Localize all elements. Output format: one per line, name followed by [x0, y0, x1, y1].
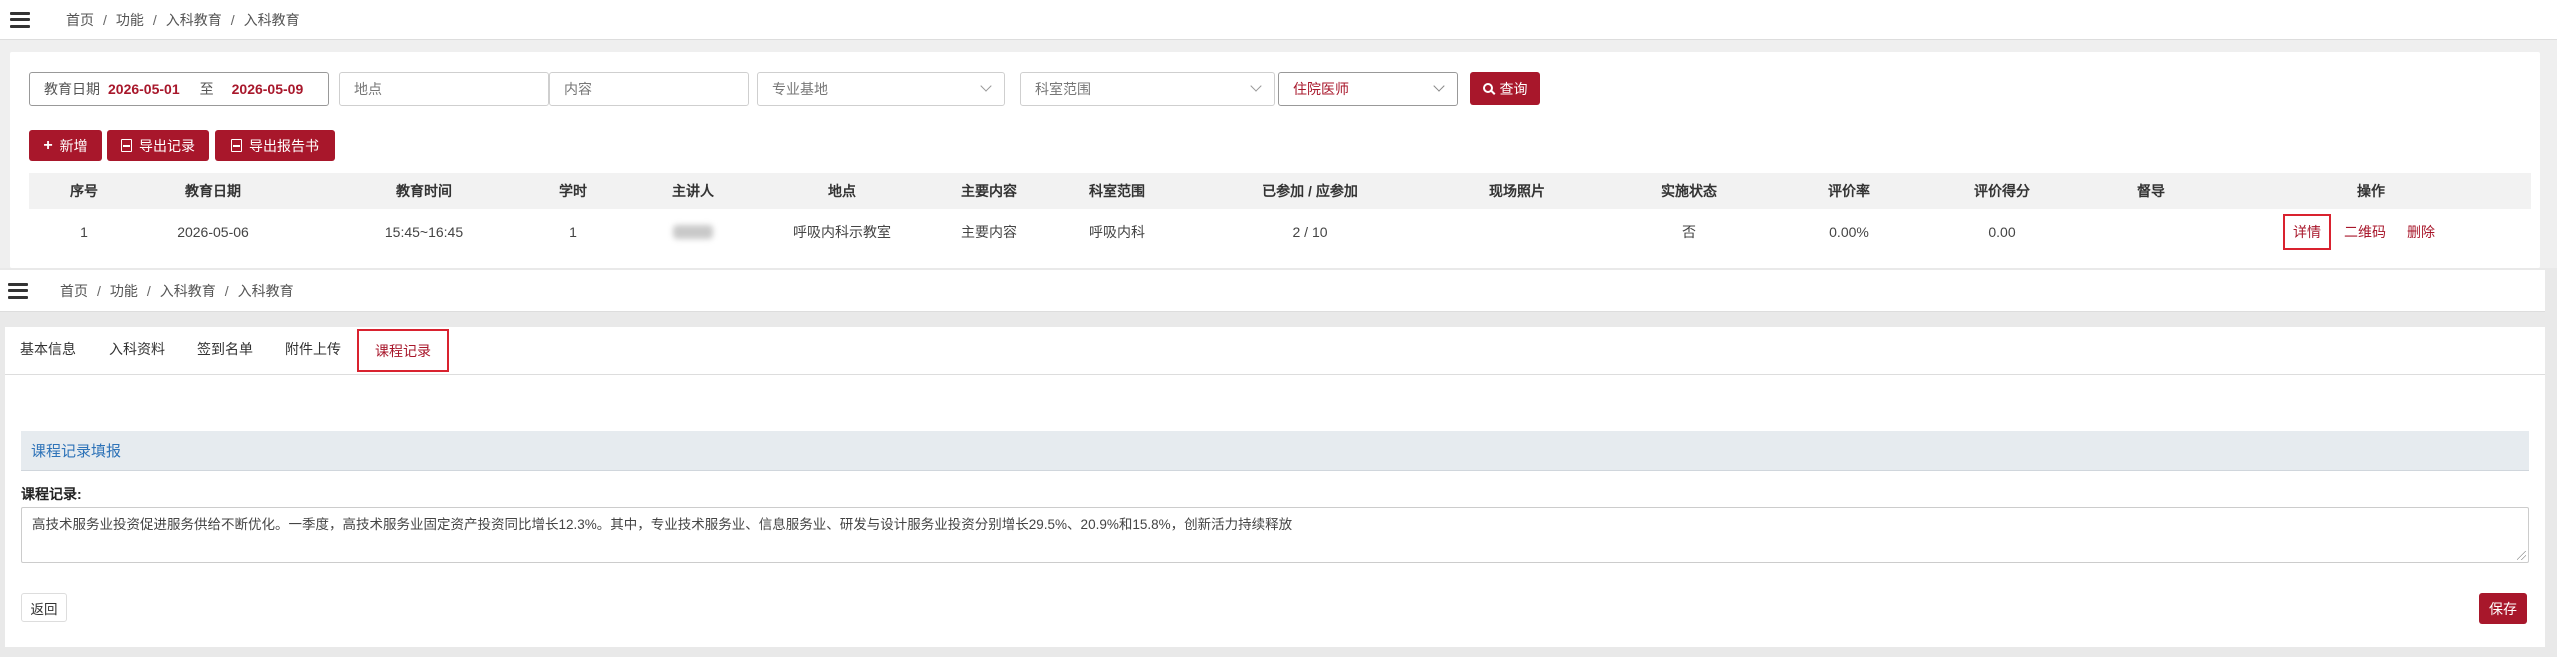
- date-from-value[interactable]: 2026-05-01: [108, 81, 180, 97]
- add-button-label: 新增: [59, 137, 88, 154]
- menu-toggle-icon[interactable]: [8, 282, 28, 299]
- export-report-label: 导出报告书: [249, 137, 319, 154]
- document-icon: [231, 139, 242, 152]
- dept-select[interactable]: 科室范围: [1020, 72, 1275, 106]
- search-icon: [1482, 82, 1493, 93]
- cell-attendance: 2 / 10: [1292, 224, 1328, 240]
- query-button-label: 查询: [1499, 80, 1528, 97]
- cell-date: 2026-05-06: [177, 224, 249, 240]
- cell-speaker: [653, 210, 733, 254]
- tab-bar: 基本信息 入科资料 签到名单 附件上传 课程记录: [5, 327, 2545, 375]
- record-text: 高技术服务业投资促进服务供给不断优化。一季度，高技术服务业固定资产投资同比增长1…: [32, 517, 1293, 532]
- export-report-button[interactable]: 导出报告书: [215, 130, 335, 161]
- col-eval-rate: 评价率: [1828, 183, 1870, 199]
- date-to-value[interactable]: 2026-05-09: [232, 81, 304, 97]
- breadcrumb-function[interactable]: 功能: [110, 281, 138, 301]
- detail-card: 基本信息 入科资料 签到名单 附件上传 课程记录 课程记录填报 课程记录: 高技…: [5, 327, 2545, 647]
- location-input[interactable]: 地点: [339, 72, 549, 106]
- col-hours: 学时: [559, 183, 587, 199]
- col-status: 实施状态: [1661, 183, 1717, 199]
- content-input[interactable]: 内容: [549, 72, 749, 106]
- tab-attachment-upload[interactable]: 附件上传: [285, 339, 341, 359]
- detail-panel: 首页 / 功能 / 入科教育 / 入科教育 基本信息 入科资料 签到名单 附件上传 课…: [0, 270, 2557, 657]
- col-eval-score: 评价得分: [1974, 183, 2030, 199]
- cell-photo: [1467, 210, 1567, 254]
- document-icon: [121, 139, 132, 152]
- tab-sign-in-list[interactable]: 签到名单: [197, 339, 253, 359]
- export-records-button[interactable]: 导出记录: [107, 130, 209, 161]
- back-button[interactable]: 返回: [21, 593, 67, 622]
- cell-time: 15:45~16:45: [384, 224, 464, 240]
- col-time: 教育时间: [396, 183, 452, 199]
- record-label: 课程记录:: [21, 486, 82, 502]
- save-button[interactable]: 保存: [2479, 593, 2527, 624]
- resident-select[interactable]: 住院医师: [1278, 72, 1458, 106]
- cell-status: 否: [1682, 224, 1696, 240]
- base-select[interactable]: 专业基地: [757, 72, 1005, 106]
- record-textarea[interactable]: 高技术服务业投资促进服务供给不断优化。一季度，高技术服务业固定资产投资同比增长1…: [21, 507, 2529, 563]
- cell-content: 主要内容: [961, 224, 1017, 240]
- col-actions: 操作: [2357, 183, 2385, 199]
- col-dept: 科室范围: [1089, 183, 1145, 199]
- cell-eval-score: 0.00: [1988, 224, 2016, 240]
- cell-hours: 1: [569, 224, 577, 240]
- list-panel: 首页 / 功能 / 入科教育 / 入科教育 教育日期 2026-05-01 至 202…: [0, 0, 2557, 268]
- col-speaker: 主讲人: [672, 183, 714, 199]
- col-date: 教育日期: [185, 183, 241, 199]
- qrcode-link[interactable]: 二维码: [2344, 222, 2386, 242]
- breadcrumb-category[interactable]: 入科教育: [160, 281, 216, 301]
- col-supervisor: 督导: [2137, 183, 2165, 199]
- section-title: 课程记录填报: [21, 431, 2529, 471]
- export-records-label: 导出记录: [139, 137, 195, 154]
- breadcrumb-category[interactable]: 入科教育: [166, 10, 222, 30]
- resize-handle-icon[interactable]: [2517, 551, 2526, 560]
- tab-course-record[interactable]: 课程记录: [357, 329, 449, 372]
- tab-basic-info[interactable]: 基本信息: [20, 339, 76, 359]
- breadcrumb: 首页 / 功能 / 入科教育 / 入科教育: [66, 10, 300, 30]
- delete-link[interactable]: 删除: [2407, 222, 2435, 242]
- menu-toggle-icon[interactable]: [10, 11, 30, 28]
- cell-dept: 呼吸内科: [1089, 224, 1145, 240]
- chevron-down-icon: [1250, 80, 1262, 92]
- list-card: 教育日期 2026-05-01 至 2026-05-09 地点 内容 专业基地 …: [10, 52, 2540, 268]
- col-attendance: 已参加 / 应参加: [1262, 183, 1358, 199]
- table-header: 序号 教育日期 教育时间 学时 主讲人 地点 主要内容 科室范围 已参加 / 应…: [29, 173, 2531, 209]
- breadcrumb-current: 入科教育: [243, 11, 300, 28]
- cell-supervisor: [2121, 210, 2181, 254]
- dept-select-value: 科室范围: [1035, 81, 1091, 97]
- chevron-down-icon: [980, 80, 992, 92]
- breadcrumb-function[interactable]: 功能: [116, 10, 144, 30]
- cell-eval-rate: 0.00%: [1829, 224, 1869, 240]
- add-button[interactable]: + 新增: [29, 130, 102, 161]
- plus-icon: +: [43, 136, 53, 154]
- date-to-label: 至: [199, 81, 214, 97]
- cell-location: 呼吸内科示教室: [793, 224, 891, 240]
- redacted-name: [673, 225, 713, 239]
- top-bar: 首页 / 功能 / 入科教育 / 入科教育: [0, 0, 2557, 40]
- breadcrumb-home[interactable]: 首页: [60, 281, 88, 301]
- chevron-down-icon: [1433, 80, 1445, 92]
- cell-actions: 详情 二维码 删除: [2283, 210, 2473, 254]
- date-label: 教育日期: [44, 81, 100, 97]
- top-bar: 首页 / 功能 / 入科教育 / 入科教育: [0, 270, 2545, 312]
- detail-link[interactable]: 详情: [2283, 214, 2331, 250]
- col-location: 地点: [828, 183, 856, 199]
- breadcrumb-home[interactable]: 首页: [66, 10, 94, 30]
- cell-index: 1: [80, 224, 88, 240]
- col-index: 序号: [70, 183, 98, 199]
- breadcrumb: 首页 / 功能 / 入科教育 / 入科教育: [60, 281, 294, 301]
- query-button[interactable]: 查询: [1470, 72, 1540, 105]
- table-row: 1 2026-05-06 15:45~16:45 1 呼吸内科示教室 主要内容 …: [29, 210, 2531, 254]
- base-select-value: 专业基地: [772, 81, 828, 97]
- col-content: 主要内容: [961, 183, 1017, 199]
- date-range-filter[interactable]: 教育日期 2026-05-01 至 2026-05-09: [29, 72, 329, 106]
- breadcrumb-current: 入科教育: [237, 282, 294, 299]
- resident-select-value: 住院医师: [1293, 81, 1349, 97]
- col-photo: 现场照片: [1489, 183, 1545, 199]
- tab-admission-materials[interactable]: 入科资料: [109, 339, 165, 359]
